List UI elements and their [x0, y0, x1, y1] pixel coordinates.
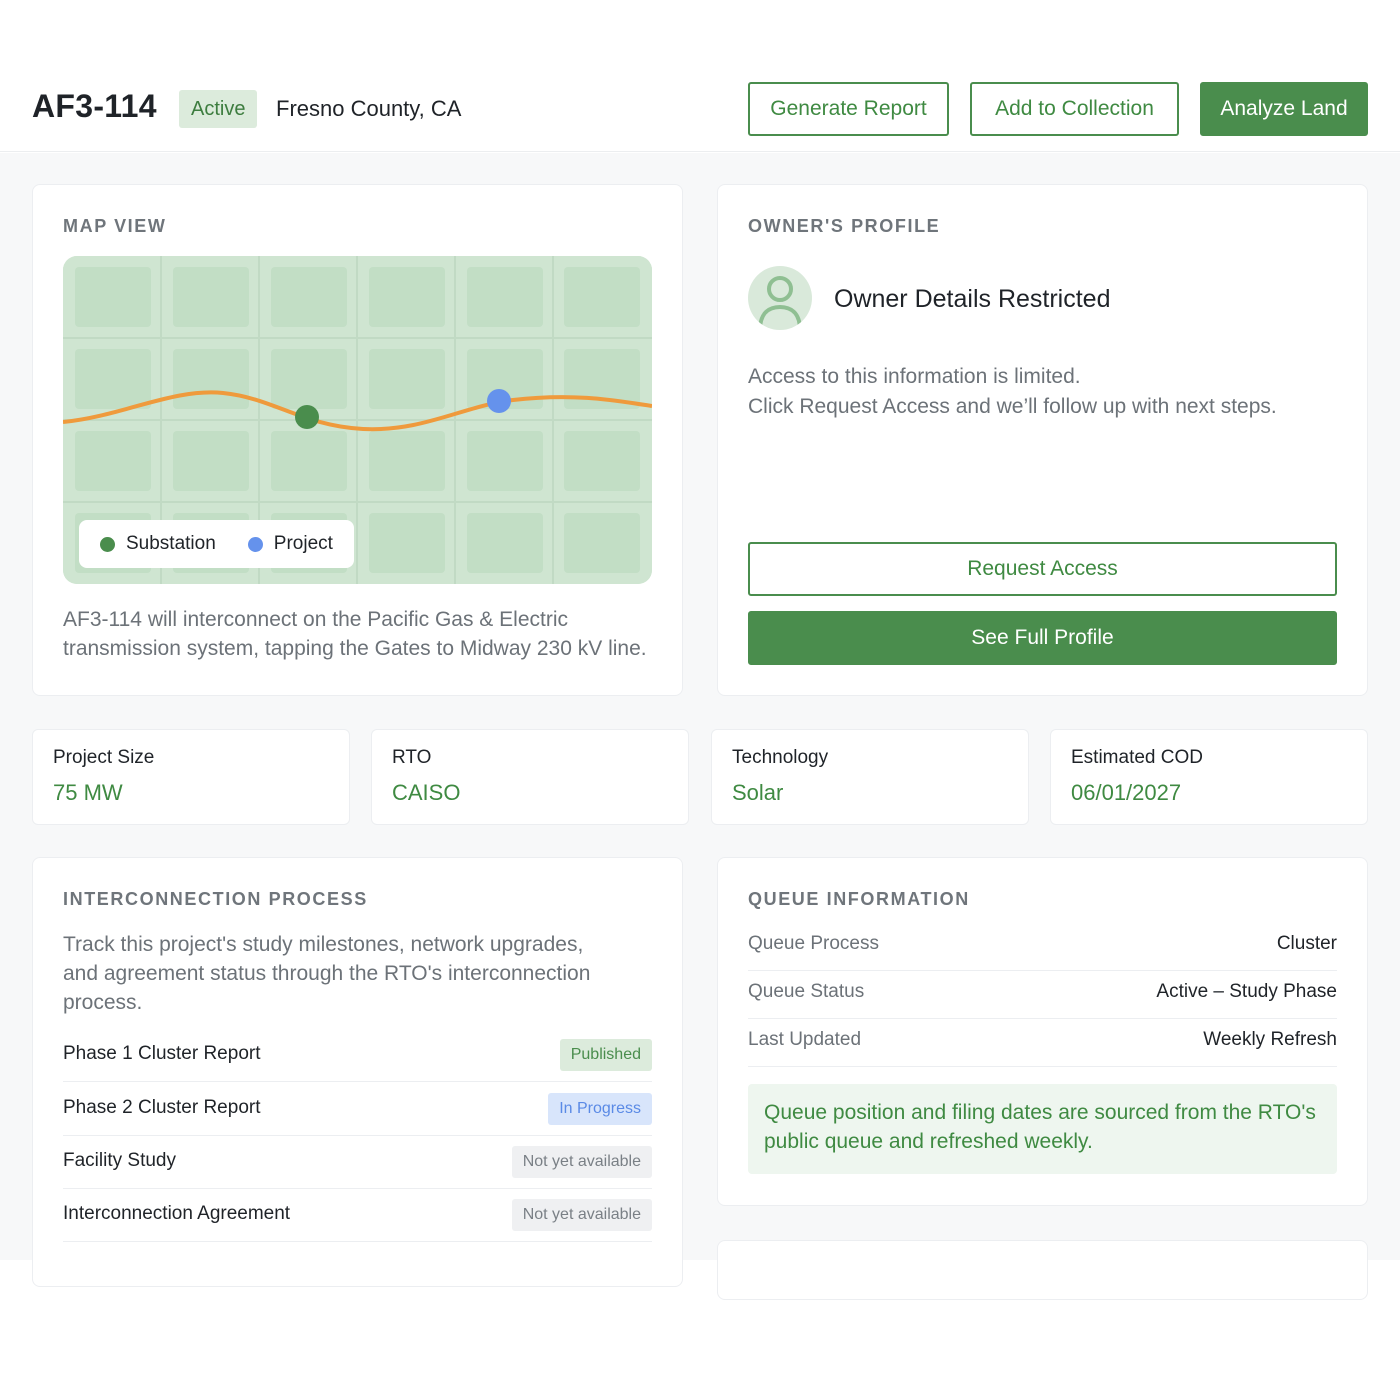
milestone-label: Phase 2 Cluster Report: [63, 1097, 261, 1118]
queue-row-label: Queue Status: [748, 981, 865, 1002]
stat-label: Estimated COD: [1071, 747, 1203, 768]
legend-substation-label: Substation: [126, 533, 216, 554]
queue-row: Last Updated Weekly Refresh: [748, 1019, 1337, 1067]
map-description: AF3-114 will interconnect on the Pacific…: [63, 608, 647, 660]
stat-rto: RTO CAISO: [371, 729, 689, 825]
project-id: AF3-114: [32, 88, 157, 124]
stat-value: Solar: [732, 780, 784, 805]
main-content: MAP VIEW Substation Project AF3-114 will…: [0, 153, 1400, 1300]
stat-label: Technology: [732, 747, 829, 768]
status-badge: Active: [179, 90, 258, 128]
owner-text-line-2: Click Request Access and we’ll follow up…: [748, 395, 1277, 418]
milestone-status-badge: In Progress: [548, 1093, 652, 1125]
milestone-row: Phase 1 Cluster Report Published: [63, 1028, 652, 1082]
milestone-row: Interconnection Agreement Not yet availa…: [63, 1188, 652, 1242]
interconnection-card: INTERCONNECTION PROCESS Track this proje…: [32, 857, 683, 1287]
map-view-title: MAP VIEW: [63, 216, 167, 236]
request-access-button[interactable]: Request Access: [748, 542, 1337, 596]
milestone-row: Phase 2 Cluster Report In Progress: [63, 1082, 652, 1136]
milestone-label: Phase 1 Cluster Report: [63, 1043, 261, 1064]
stat-estimated-cod: Estimated COD 06/01/2027: [1050, 729, 1368, 825]
queue-row-label: Queue Process: [748, 933, 879, 954]
milestone-status-badge: Not yet available: [511, 1146, 652, 1178]
interconnection-description: Track this project's study milestones, n…: [63, 933, 591, 1014]
analyze-land-button[interactable]: Analyze Land: [1200, 82, 1368, 136]
queue-information-title: QUEUE INFORMATION: [748, 889, 970, 909]
queue-row-value: Cluster: [1276, 933, 1337, 954]
owner-profile-card: OWNER'S PROFILE Owner Details Restricted…: [717, 184, 1368, 696]
stat-project-size: Project Size 75 MW: [32, 729, 350, 825]
interconnection-title: INTERCONNECTION PROCESS: [63, 889, 368, 909]
page-header: AF3-114 Active Fresno County, CA Generat…: [0, 0, 1400, 152]
queue-row-value: Weekly Refresh: [1203, 1029, 1337, 1050]
legend-project-label: Project: [273, 533, 333, 554]
project-location: Fresno County, CA: [276, 96, 462, 121]
project-dot-icon: [247, 536, 263, 552]
legend-project: Project: [247, 533, 333, 555]
milestone-row: Facility Study Not yet available: [63, 1135, 652, 1189]
stat-label: RTO: [392, 747, 432, 768]
queue-row-value: Active – Study Phase: [1156, 981, 1337, 1002]
user-icon: [748, 266, 812, 330]
owner-name: Owner Details Restricted: [834, 285, 1111, 313]
queue-note: Queue position and filing dates are sour…: [748, 1084, 1337, 1174]
map-legend: Substation Project: [79, 520, 354, 568]
map-canvas[interactable]: Substation Project: [63, 256, 652, 584]
owner-profile-title: OWNER'S PROFILE: [748, 216, 941, 236]
milestone-status-badge: Published: [559, 1039, 652, 1071]
map-view-card: MAP VIEW Substation Project AF3-114 will…: [32, 184, 683, 696]
substation-marker: [295, 405, 319, 429]
owner-restriction-text: Access to this information is limited. C…: [748, 362, 1277, 422]
queue-row: Queue Status Active – Study Phase: [748, 971, 1337, 1019]
next-card: [717, 1240, 1368, 1300]
stat-label: Project Size: [53, 747, 155, 768]
stat-value: CAISO: [392, 780, 461, 805]
milestone-status-badge: Not yet available: [511, 1199, 652, 1231]
queue-information-card: QUEUE INFORMATION Queue Process Cluster …: [717, 857, 1368, 1206]
substation-dot-icon: [100, 536, 115, 552]
stat-value: 75 MW: [53, 780, 123, 805]
add-to-collection-button[interactable]: Add to Collection: [970, 82, 1179, 136]
milestone-label: Interconnection Agreement: [63, 1203, 291, 1224]
milestone-label: Facility Study: [63, 1150, 176, 1171]
generate-report-button[interactable]: Generate Report: [748, 82, 949, 136]
queue-row-label: Last Updated: [748, 1029, 862, 1050]
see-full-profile-button[interactable]: See Full Profile: [748, 611, 1337, 665]
queue-row: Queue Process Cluster: [748, 923, 1337, 971]
owner-text-line-1: Access to this information is limited.: [748, 365, 1081, 388]
legend-substation: Substation: [100, 533, 216, 555]
project-marker: [487, 389, 511, 413]
stat-technology: Technology Solar: [711, 729, 1029, 825]
stat-value: 06/01/2027: [1071, 780, 1182, 805]
